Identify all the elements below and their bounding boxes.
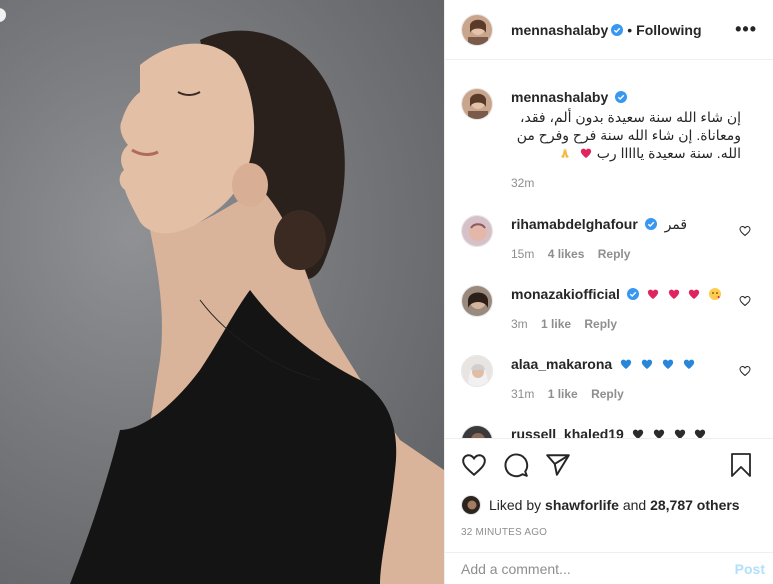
blue-heart-emoji-icon — [683, 359, 694, 369]
comment-meta: 3m 1 like Reply — [511, 315, 757, 333]
reply-button[interactable]: Reply — [591, 387, 624, 401]
avatar[interactable] — [461, 425, 493, 438]
comment-likes[interactable]: 1 like — [541, 317, 571, 331]
comment-likes[interactable]: 1 like — [548, 387, 578, 401]
comment-username[interactable]: alaa_makarona — [511, 356, 612, 372]
blue-heart-emoji-icon — [620, 359, 632, 369]
comment-username[interactable]: monazakiofficial — [511, 286, 620, 302]
add-comment-bar: Post — [445, 552, 773, 584]
black-heart-emoji-icon — [695, 429, 706, 438]
comments-list[interactable]: mennashalaby إن شاء الله سنة سعيدة بدون … — [445, 61, 773, 438]
avatar[interactable] — [461, 88, 493, 120]
verified-icon — [644, 218, 657, 230]
post-sidebar: mennashalaby • Following ••• mennashalab… — [444, 0, 773, 584]
verified-icon — [626, 288, 639, 300]
likes-summary: Liked by shawforlife and 28,787 others — [461, 495, 757, 515]
kissing-face-emoji-icon — [709, 288, 722, 300]
caption-text: إن شاء الله سنة سعيدة بدون ألم، فقد، ومع… — [516, 109, 741, 161]
liked-by-joiner: and — [622, 497, 647, 513]
post-timestamp[interactable]: 32 MINUTES AGO — [461, 527, 757, 538]
comment-time[interactable]: 31m — [511, 387, 534, 401]
likes-count[interactable]: 28,787 others — [650, 497, 740, 513]
comment-username[interactable]: rihamabdelghafour — [511, 216, 638, 232]
caption-username[interactable]: mennashalaby — [511, 89, 608, 105]
comment-row: monazakiofficial 3m 1 like Reply — [461, 285, 757, 355]
liked-by-prefix: Liked by — [489, 497, 542, 513]
reply-button[interactable]: Reply — [584, 317, 617, 331]
black-heart-emoji-icon — [653, 429, 664, 438]
reply-button[interactable]: Reply — [598, 247, 631, 261]
like-heart-icon[interactable] — [461, 452, 487, 478]
avatar[interactable] — [461, 285, 493, 317]
like-comment-heart-icon[interactable] — [739, 365, 751, 377]
post-header: mennashalaby • Following ••• — [445, 0, 773, 60]
blue-heart-emoji-icon — [641, 359, 653, 369]
caption: mennashalaby إن شاء الله سنة سعيدة بدون … — [461, 61, 757, 203]
comment-meta: 15m 4 likes Reply — [511, 245, 757, 263]
liked-by-user[interactable]: shawforlife — [545, 497, 619, 513]
comment-meta: 31m 1 like Reply — [511, 385, 757, 403]
separator: • — [627, 21, 633, 38]
post-button[interactable]: Post — [735, 561, 765, 577]
comment-row: rihamabdelghafour قمر 15m 4 likes Reply — [461, 215, 757, 285]
comment-time[interactable]: 15m — [511, 247, 534, 261]
comment-likes[interactable]: 4 likes — [548, 247, 585, 261]
comment-row: alaa_makarona 31m 1 like Reply — [461, 355, 757, 425]
more-options-icon[interactable]: ••• — [735, 19, 757, 40]
share-icon[interactable] — [545, 452, 571, 478]
like-comment-heart-icon[interactable] — [739, 225, 751, 237]
black-heart-emoji-icon — [632, 429, 643, 438]
caption-meta: 32m — [511, 174, 741, 192]
red-heart-emoji-icon — [689, 289, 700, 299]
red-heart-emoji-icon — [580, 148, 591, 158]
save-icon[interactable] — [729, 452, 753, 478]
post-photo-art — [70, 30, 444, 584]
comment-text: قمر — [664, 216, 688, 232]
verified-icon — [615, 91, 628, 103]
verified-icon — [611, 23, 624, 36]
avatar[interactable] — [461, 495, 481, 515]
red-heart-emoji-icon — [647, 289, 658, 299]
red-heart-emoji-icon — [668, 289, 679, 299]
folded-hands-emoji-icon — [560, 148, 569, 158]
comment-row: russell_khaled19 — [461, 425, 757, 438]
avatar[interactable] — [461, 13, 493, 46]
post-photo[interactable] — [0, 0, 444, 584]
comment-time[interactable]: 3m — [511, 317, 528, 331]
following-button[interactable]: Following — [636, 22, 701, 38]
comment-username[interactable]: russell_khaled19 — [511, 426, 624, 438]
comment-input[interactable] — [461, 560, 757, 577]
author-username[interactable]: mennashalaby — [511, 22, 608, 38]
comment-icon[interactable] — [503, 452, 529, 478]
avatar[interactable] — [461, 215, 493, 247]
caption-time: 32m — [511, 176, 535, 190]
black-heart-emoji-icon — [674, 429, 685, 438]
blue-heart-emoji-icon — [662, 359, 673, 369]
avatar[interactable] — [461, 355, 493, 387]
like-comment-heart-icon[interactable] — [739, 295, 751, 307]
post-actions: Liked by shawforlife and 28,787 others 3… — [445, 438, 773, 538]
